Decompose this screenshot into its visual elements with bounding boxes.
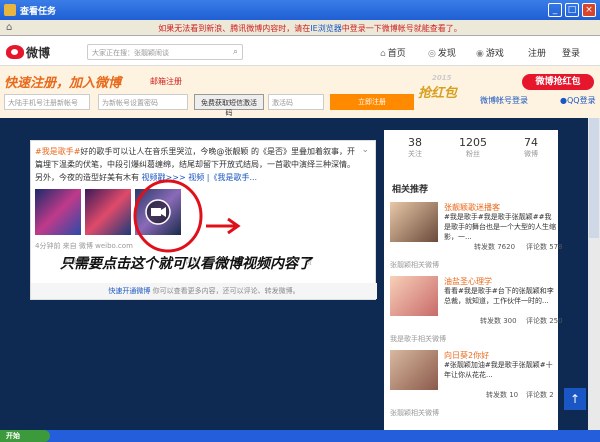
register-banner: 快速注册，加入微博 邮箱注册 大陆手机号注册新帐号 为新帐号设置密码 免费获取短…: [0, 66, 600, 118]
rec-text: #张靓颖加油#我是歌手张靓颖#十年让你从花花...: [444, 361, 553, 379]
rec-reposts: 转发数 10: [486, 391, 519, 399]
recommend-heading: 相关推荐: [392, 185, 429, 195]
stat-following[interactable]: 38 关注: [386, 136, 444, 159]
qq-login-link[interactable]: ●QQ登录: [560, 95, 596, 106]
register-now-button[interactable]: 立即注册: [330, 94, 414, 110]
search-placeholder: 大家正在搜：张靓颖闹谈: [92, 49, 169, 57]
minimize-button[interactable]: _: [548, 3, 562, 17]
sidebar: 38 关注 1205 粉丝 74 微博 相关推荐 张靓颖歌迷播客 #我是歌手#我是歌手…: [384, 130, 563, 430]
password-input[interactable]: 为新帐号设置密码: [98, 94, 188, 110]
rec-footer[interactable]: 张靓颖相关微博: [390, 408, 439, 418]
red-annotation-circle: [133, 179, 203, 253]
post-image-1[interactable]: [35, 189, 81, 235]
open-weibo-link[interactable]: 快速开通微博: [108, 287, 150, 295]
browser-window: 查看任务 _ □ × ⌂ 如果无法看到新浪、腾讯微博内容时，请在IE浏览器中登录…: [0, 0, 600, 442]
stat-value: 38: [408, 136, 422, 149]
nav-game[interactable]: ◉ 游戏: [476, 46, 504, 59]
rec-reposts: 转发数 300: [480, 317, 517, 325]
top-nav: 微博 大家正在搜：张靓颖闹谈 ⌕ ⌂ 首页 ◎ 发现 ◉ 游戏 注册 登录: [0, 36, 600, 66]
stat-value: 1205: [459, 136, 487, 149]
code-input[interactable]: 激活码: [268, 94, 324, 110]
rec-image[interactable]: [390, 276, 438, 316]
annotation-text: 只需要点击这个就可以看微博视频内容了: [60, 256, 312, 272]
open-weibo-text: 你可以查看更多内容，还可以评论、转发微博。: [152, 287, 300, 295]
post-hashtag[interactable]: #我是歌手#: [35, 147, 80, 156]
app-icon: [4, 4, 16, 16]
post-image-2[interactable]: [85, 189, 131, 235]
scrollbar-thumb[interactable]: [589, 118, 599, 238]
notice-bar: 如果无法看到新浪、腾讯微博内容时，请在IE浏览器中登录一下微博帐号就能查看了。: [30, 23, 590, 34]
taskbar: 开始: [0, 430, 600, 442]
toolbar: ⌂ 如果无法看到新浪、腾讯微博内容时，请在IE浏览器中登录一下微博帐号就能查看了…: [0, 20, 600, 36]
promo-graphic: 2015 抢红包: [418, 74, 476, 114]
stat-label: 关注: [408, 150, 422, 158]
compass-icon: ◎: [428, 49, 436, 59]
rec-footer[interactable]: 我是歌手相关微博: [390, 334, 446, 344]
stat-fans[interactable]: 1205 粉丝: [444, 136, 502, 159]
red-annotation-arrow: [206, 217, 241, 235]
red-packet-button[interactable]: 微博抢红包: [522, 74, 594, 90]
nav-home-label: 首页: [387, 49, 406, 59]
gamepad-icon: ◉: [476, 49, 484, 59]
rec-reposts: 转发数 7620: [474, 243, 516, 251]
search-input[interactable]: 大家正在搜：张靓颖闹谈 ⌕: [87, 44, 243, 60]
back-to-top-button[interactable]: ↑: [564, 388, 586, 410]
rec-comments: 评论数 250: [526, 317, 563, 325]
weibo-logo[interactable]: 微博: [6, 43, 52, 61]
open-weibo-bar: 快速开通微博 你可以查看更多内容，还可以评论、转发微博。: [31, 283, 377, 299]
nav-game-label: 游戏: [485, 49, 504, 59]
rec-footer[interactable]: 张靓颖相关微博: [390, 260, 439, 270]
post-meta: 4分钟前 来自 微博 weibo.com: [35, 242, 133, 250]
maximize-button[interactable]: □: [565, 3, 579, 17]
rec-text: 看看#我是歌手#台下的张靓颖和李总裁，就知道，工作伙伴一时的...: [444, 287, 554, 305]
weibo-eye-icon: [6, 45, 24, 59]
promo-text: 抢红包: [418, 86, 458, 101]
notice-text: 如果无法看到新浪、腾讯微博内容时，请在: [158, 24, 311, 33]
rec-comments: 评论数 578: [526, 243, 563, 251]
rec-comments: 评论数 2: [526, 391, 554, 399]
home-nav-icon: ⌂: [380, 49, 386, 59]
close-button[interactable]: ×: [582, 3, 596, 17]
nav-discover[interactable]: ◎ 发现: [428, 46, 456, 59]
nav-register[interactable]: 注册: [528, 46, 546, 59]
rec-text: #我是歌手#我是歌手张靓颖##我是歌手的舞台也是一个大型的人生缩影，一...: [444, 213, 556, 241]
start-button[interactable]: 开始: [0, 430, 50, 442]
notice-browser: IE浏览器: [310, 24, 342, 33]
window-title: 查看任务: [20, 7, 57, 17]
qq-login-label: QQ登录: [566, 96, 596, 105]
chevron-down-icon[interactable]: ⌄: [361, 145, 369, 155]
nav-login[interactable]: 登录: [562, 46, 580, 59]
sms-code-button[interactable]: 免费获取短信激活码: [194, 94, 264, 117]
qq-icon: ●: [560, 96, 567, 105]
email-register-link[interactable]: 邮箱注册: [150, 76, 182, 87]
stat-label: 粉丝: [466, 150, 480, 158]
rec-image[interactable]: [390, 350, 438, 390]
stat-posts[interactable]: 74 微博: [502, 136, 560, 159]
rec-image[interactable]: [390, 202, 438, 242]
search-icon[interactable]: ⌕: [233, 47, 238, 57]
logo-text: 微博: [26, 46, 51, 60]
phone-input[interactable]: 大陆手机号注册新帐号: [4, 94, 90, 110]
notice-text-2: 中登录一下微博帐号就能查看了。: [341, 24, 462, 33]
nav-discover-label: 发现: [437, 49, 456, 59]
promo-year: 2015: [432, 74, 452, 82]
title-bar: 查看任务 _ □ ×: [0, 0, 600, 20]
home-icon[interactable]: ⌂: [6, 22, 18, 34]
nav-home[interactable]: ⌂ 首页: [380, 46, 406, 59]
stat-label: 微博: [524, 150, 538, 158]
banner-title: 快速注册，加入微博: [4, 76, 122, 91]
account-login-link[interactable]: 微博帐号登录: [480, 95, 528, 106]
stat-value: 74: [524, 136, 538, 149]
vertical-scrollbar[interactable]: [588, 118, 600, 436]
